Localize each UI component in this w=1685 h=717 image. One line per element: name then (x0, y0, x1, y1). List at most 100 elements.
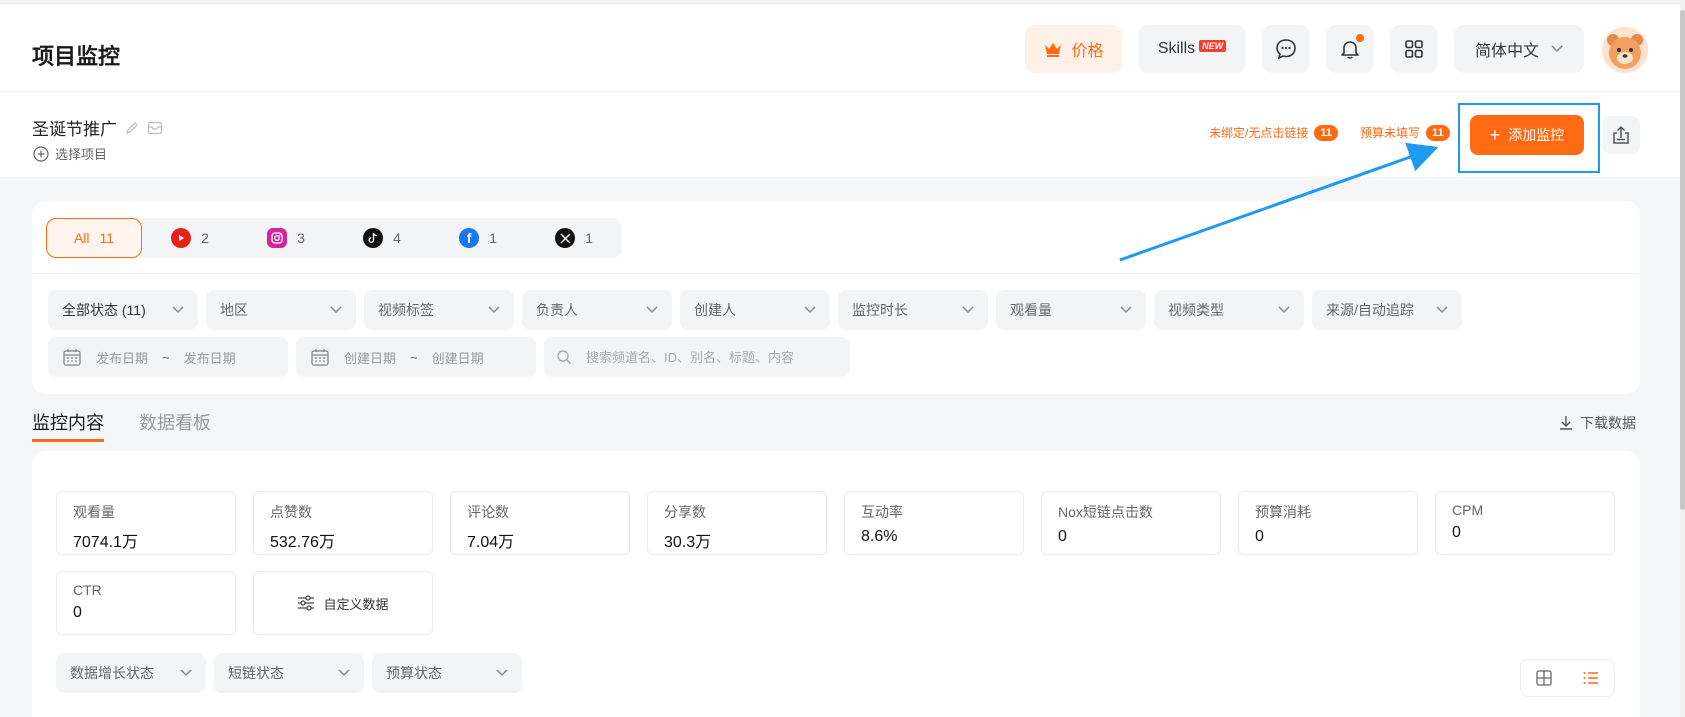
filter-owner[interactable]: 负责人 (522, 290, 672, 330)
stat-card: CTR 0 (56, 571, 236, 635)
stat-value: 7074.1万 (73, 534, 138, 551)
price-button[interactable]: 价格 (1025, 25, 1122, 73)
scrollbar[interactable] (1680, 0, 1685, 717)
publish-date-range[interactable]: 发布日期 ~ 发布日期 (48, 337, 288, 377)
stat-card: Nox短链点击数 0 (1041, 491, 1221, 555)
chat-button[interactable] (1262, 25, 1310, 73)
add-monitor-label: 添加监控 (1508, 127, 1565, 143)
custom-data-label: 自定义数据 (323, 596, 389, 612)
edit-icon[interactable] (125, 121, 139, 135)
filter-monitor-duration[interactable]: 监控时长 (838, 290, 988, 330)
platform-tab-youtube[interactable]: 2 (142, 218, 238, 258)
filter-region[interactable]: 地区 (206, 290, 356, 330)
page-title: 项目监控 (32, 44, 121, 69)
stat-label: Nox短链点击数 (1058, 504, 1153, 520)
tab-monitor-content[interactable]: 监控内容 (32, 409, 104, 442)
chevron-down-icon (804, 306, 816, 314)
stat-label: 观看量 (73, 504, 115, 520)
date-separator: ~ (162, 349, 170, 365)
chevron-down-icon (1278, 306, 1290, 314)
search-box (544, 337, 850, 377)
platform-tab-tiktok[interactable]: 4 (334, 218, 430, 258)
chevron-down-icon (646, 306, 658, 314)
platform-tabs: All 11 2 3 4 f 1 1 (46, 218, 622, 258)
x-icon (555, 228, 576, 248)
platform-tab-count: 1 (489, 230, 497, 246)
price-label: 价格 (1071, 43, 1104, 60)
apps-button[interactable] (1390, 25, 1438, 73)
platform-tab-x[interactable]: 1 (526, 218, 622, 258)
publish-date-start: 发布日期 (96, 350, 149, 366)
project-bar: 圣诞节推广 选择项目 未绑定/无点击链接 11 预算未填写 11 + 添加监控 (0, 91, 1685, 177)
top-bar: 项目监控 价格 Skills NEW 简体中文 (0, 3, 1685, 91)
stat-value: 0 (1058, 528, 1067, 545)
filter-growth-status[interactable]: 数据增长状态 (56, 653, 206, 693)
platform-tab-instagram[interactable]: 3 (238, 218, 334, 258)
filter-label: 创建人 (694, 302, 736, 318)
platform-tab-count: 3 (297, 230, 305, 246)
crown-icon (1045, 43, 1062, 57)
stat-card: 点赞数 532.76万 (253, 491, 433, 555)
platform-tab-facebook[interactable]: f 1 (430, 218, 526, 258)
filter-label: 短链状态 (228, 665, 284, 681)
stat-card: 分享数 30.3万 (647, 491, 827, 555)
filter-views[interactable]: 观看量 (996, 290, 1146, 330)
filter-shortlink-status[interactable]: 短链状态 (214, 653, 364, 693)
platform-tab-count: 2 (201, 230, 209, 246)
plus-icon: + (1489, 125, 1501, 145)
avatar[interactable] (1602, 27, 1648, 73)
stat-value: 532.76万 (270, 534, 335, 551)
notification-button[interactable] (1326, 25, 1374, 73)
filter-budget-status[interactable]: 预算状态 (372, 653, 522, 693)
stat-value: 0 (1255, 528, 1264, 545)
filter-label: 全部状态 (11) (62, 302, 146, 318)
platform-tab-count: 11 (99, 230, 115, 246)
unbound-link-warning[interactable]: 未绑定/无点击链接 11 (1209, 124, 1338, 141)
sliders-icon (298, 595, 315, 611)
filter-label: 负责人 (536, 302, 578, 318)
filter-video-tag[interactable]: 视频标签 (364, 290, 514, 330)
stat-label: 预算消耗 (1255, 504, 1311, 520)
budget-warning-count: 11 (1426, 124, 1450, 141)
stat-card: 互动率 8.6% (844, 491, 1024, 555)
list-view-icon[interactable] (1582, 669, 1600, 687)
archive-icon[interactable] (147, 121, 163, 135)
create-date-end: 创建日期 (431, 350, 484, 366)
view-toggle (1520, 659, 1615, 697)
stat-card: 评论数 7.04万 (450, 491, 630, 555)
chevron-down-icon (496, 669, 508, 677)
select-project-link[interactable]: 选择项目 (33, 144, 107, 163)
filter-label: 监控时长 (852, 302, 908, 318)
chevron-down-icon (330, 306, 342, 314)
filter-creator[interactable]: 创建人 (680, 290, 830, 330)
language-select[interactable]: 简体中文 (1454, 25, 1584, 73)
stat-value: 8.6% (861, 528, 898, 545)
export-button[interactable] (1602, 116, 1640, 154)
download-icon (1560, 416, 1572, 430)
chevron-down-icon (180, 669, 192, 677)
create-date-range[interactable]: 创建日期 ~ 创建日期 (296, 337, 536, 377)
unbound-link-count: 11 (1314, 124, 1338, 141)
scrollbar-thumb[interactable] (1680, 10, 1685, 510)
add-monitor-button[interactable]: + 添加监控 (1470, 115, 1584, 155)
share-icon (1613, 125, 1629, 144)
download-data-button[interactable]: 下载数据 (1558, 413, 1636, 433)
unbound-link-label: 未绑定/无点击链接 (1209, 126, 1309, 140)
grid-view-icon[interactable] (1535, 669, 1553, 687)
chevron-down-icon (1436, 306, 1448, 314)
search-icon (557, 350, 571, 364)
tab-data-board[interactable]: 数据看板 (139, 409, 211, 435)
search-input[interactable] (586, 349, 826, 365)
platform-tab-all[interactable]: All 11 (46, 218, 142, 258)
skills-button[interactable]: Skills NEW (1138, 25, 1246, 73)
stat-label: 分享数 (664, 504, 706, 520)
budget-warning[interactable]: 预算未填写 11 (1360, 124, 1450, 141)
chevron-down-icon (338, 669, 350, 677)
skills-label: Skills (1157, 40, 1196, 57)
filter-video-type[interactable]: 视频类型 (1154, 290, 1304, 330)
custom-data-button[interactable]: 自定义数据 (253, 571, 433, 635)
stat-value: 7.04万 (467, 534, 515, 551)
filter-status[interactable]: 全部状态 (11) (48, 290, 198, 330)
tiktok-icon (363, 228, 384, 248)
filter-source[interactable]: 来源/自动追踪 (1312, 290, 1462, 330)
